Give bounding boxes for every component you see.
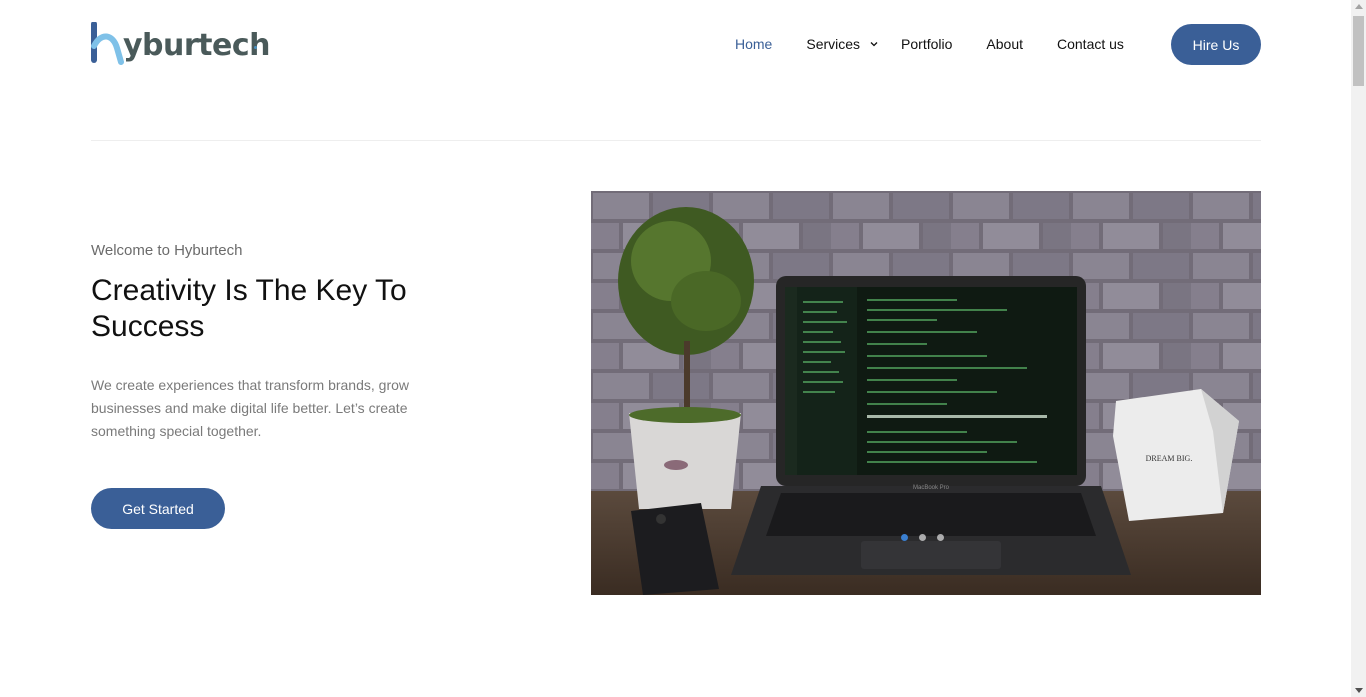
hero-slider[interactable]: MacBook Pro DREAM BIG.	[591, 191, 1261, 595]
nav-services-label: Services	[806, 36, 861, 52]
hero-headline: Creativity Is The Key To Success	[91, 274, 407, 343]
logo[interactable]: yburtech	[91, 22, 271, 70]
header-divider	[91, 140, 1261, 141]
logo-dot	[254, 46, 257, 49]
nav-contact[interactable]: Contact us	[1057, 36, 1124, 52]
hero-welcome: Welcome to Hyburtech	[91, 242, 243, 259]
slider-dot[interactable]	[901, 534, 908, 541]
slider-dot[interactable]	[919, 534, 926, 541]
box-text: DREAM BIG.	[1146, 454, 1193, 463]
laptop-brand-text: MacBook Pro	[913, 485, 950, 491]
scroll-up-arrow-icon[interactable]	[1355, 4, 1363, 9]
nav-home[interactable]: Home	[735, 36, 772, 52]
get-started-button[interactable]: Get Started	[91, 488, 225, 529]
hero-description: We create experiences that transform bra…	[91, 377, 410, 439]
logo-text: yburtech	[123, 28, 271, 63]
chevron-down-icon[interactable]	[869, 39, 879, 49]
scroll-down-arrow-icon[interactable]	[1355, 688, 1363, 693]
main-nav: Home Services Portfolio About Contact us	[735, 34, 1124, 54]
nav-about[interactable]: About	[986, 36, 1023, 52]
hero-text: Welcome to Hyburtech Creativity Is The K…	[91, 242, 451, 443]
hire-us-button[interactable]: Hire Us	[1171, 24, 1261, 65]
nav-portfolio[interactable]: Portfolio	[901, 36, 952, 52]
scrollbar-thumb[interactable]	[1353, 16, 1364, 86]
slider-dot[interactable]	[937, 534, 944, 541]
vertical-scrollbar[interactable]	[1351, 0, 1366, 697]
nav-services[interactable]: Services	[806, 36, 879, 52]
slider-dots	[901, 534, 944, 541]
site-header: yburtech Home Services Portfolio About C…	[91, 0, 1261, 90]
